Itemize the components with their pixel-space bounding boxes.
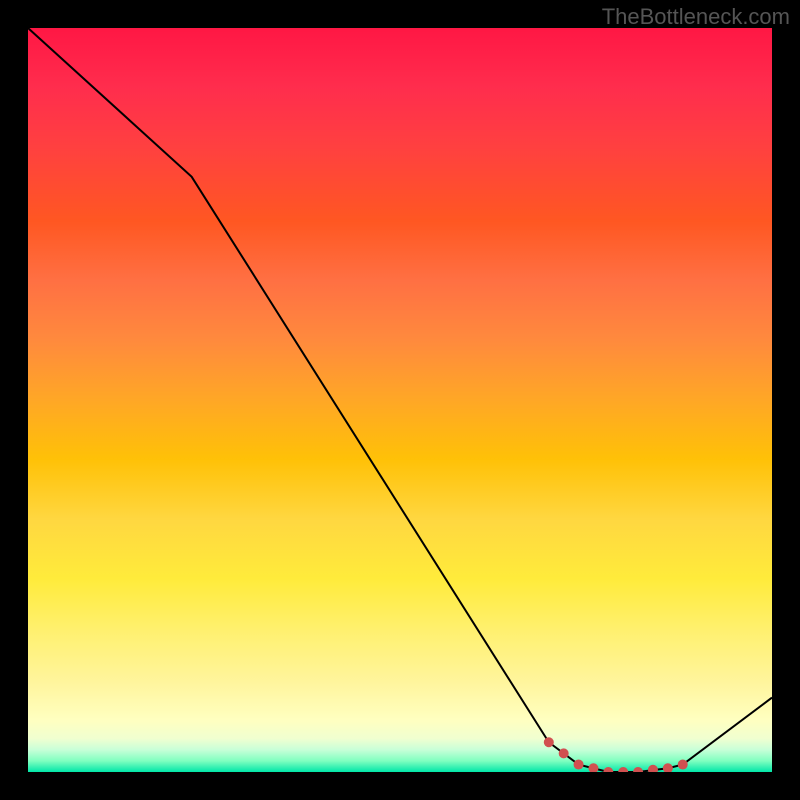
- watermark-text: TheBottleneck.com: [602, 4, 790, 30]
- data-marker: [648, 765, 658, 772]
- bottleneck-curve: [28, 28, 772, 772]
- chart-svg-layer: [28, 28, 772, 772]
- data-marker: [559, 748, 569, 758]
- data-marker: [588, 763, 598, 772]
- data-marker: [618, 767, 628, 772]
- data-marker: [678, 760, 688, 770]
- data-marker: [544, 737, 554, 747]
- data-marker: [633, 767, 643, 772]
- data-marker: [603, 767, 613, 772]
- marker-group: [544, 737, 688, 772]
- data-marker: [574, 760, 584, 770]
- chart-plot-area: [28, 28, 772, 772]
- data-marker: [663, 763, 673, 772]
